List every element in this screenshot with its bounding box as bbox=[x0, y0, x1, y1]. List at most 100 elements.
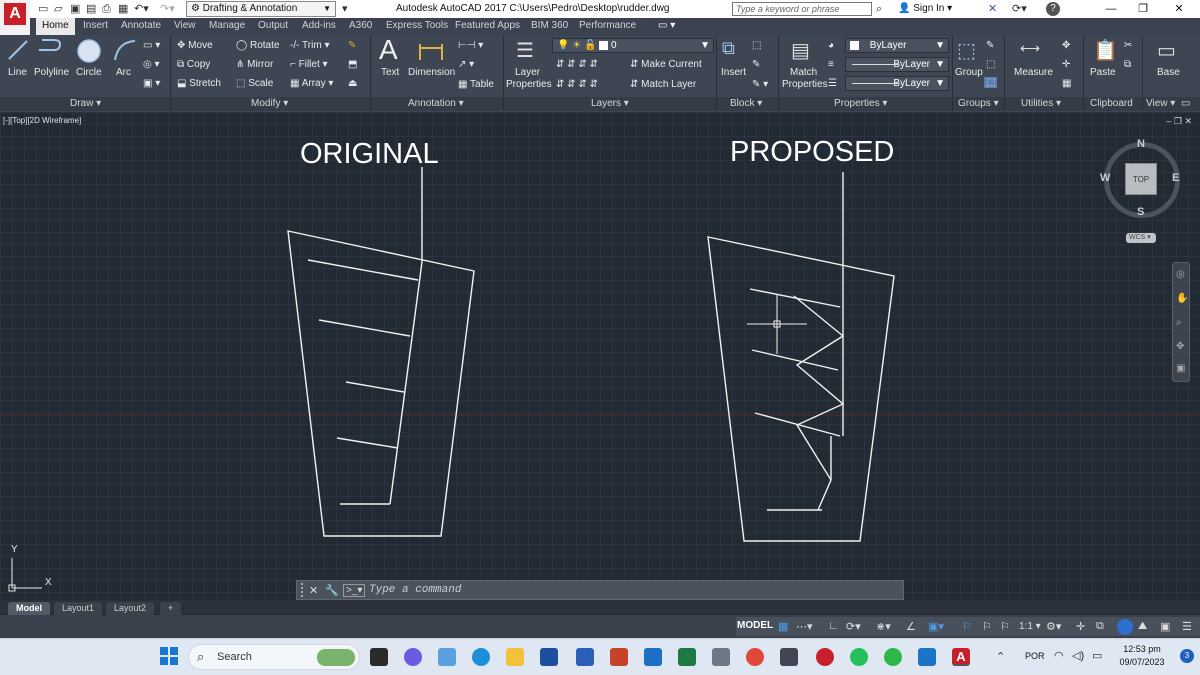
grid-icon[interactable]: ▦ bbox=[778, 620, 788, 633]
tab-output[interactable]: Output bbox=[258, 20, 288, 31]
explode-icon[interactable]: ⬒ bbox=[348, 59, 357, 70]
text-button[interactable]: Text bbox=[381, 67, 399, 78]
orbit-icon[interactable]: ✥ bbox=[1176, 341, 1184, 352]
tab-featured-apps[interactable]: Featured Apps bbox=[455, 20, 520, 31]
compass-east[interactable]: E bbox=[1172, 172, 1179, 184]
rotate-button[interactable]: ◯ Rotate bbox=[236, 40, 279, 51]
paste-icon[interactable]: 📋 bbox=[1093, 38, 1118, 63]
dimension-icon[interactable] bbox=[418, 40, 444, 62]
annotation-scale-icon[interactable]: ⚐ bbox=[1000, 620, 1010, 633]
annotation-visibility-icon[interactable]: ⚐ bbox=[962, 620, 972, 633]
tab-model[interactable]: Model bbox=[8, 602, 50, 615]
chrome-icon[interactable] bbox=[746, 648, 764, 666]
keyword-search-input[interactable]: Type a keyword or phrase bbox=[732, 2, 872, 16]
array-button[interactable]: ▦ Array ▾ bbox=[290, 78, 333, 89]
object-snap-icon[interactable]: ▣▾ bbox=[928, 620, 944, 633]
isodraft-icon[interactable]: ⋇▾ bbox=[876, 620, 891, 633]
annotation-monitor-icon[interactable]: ✛ bbox=[1076, 620, 1085, 633]
battery-icon[interactable]: ▭ bbox=[1092, 649, 1102, 662]
text-icon[interactable]: A bbox=[379, 34, 398, 66]
wrench-icon[interactable]: 🔧 bbox=[325, 584, 339, 597]
tab-insert[interactable]: Insert bbox=[83, 20, 108, 31]
open-icon[interactable]: ▱ bbox=[54, 3, 62, 15]
fillet-button[interactable]: ⌐ Fillet ▾ bbox=[290, 59, 328, 70]
line-icon[interactable] bbox=[6, 38, 30, 62]
save-icon[interactable]: ▣ bbox=[70, 3, 80, 15]
compass-west[interactable]: W bbox=[1100, 172, 1110, 184]
insert-icon[interactable]: ⧉ bbox=[722, 38, 735, 59]
tab-view[interactable]: View bbox=[174, 20, 196, 31]
isolate-objects-icon[interactable] bbox=[1117, 619, 1133, 635]
match-properties-button[interactable]: Match bbox=[790, 67, 817, 78]
rectangle-icon[interactable]: ▭ ▾ bbox=[143, 40, 160, 51]
photos-icon[interactable] bbox=[438, 648, 456, 666]
view-panel-title[interactable]: View ▾ bbox=[1146, 98, 1175, 109]
plot-icon[interactable]: ⎙ bbox=[102, 3, 111, 15]
erase-icon[interactable]: ✎ bbox=[348, 40, 356, 51]
publish-icon[interactable]: ▦ bbox=[118, 3, 128, 15]
ribbon-options-icon[interactable]: ▭ bbox=[1181, 98, 1190, 109]
groups-panel-title[interactable]: Groups ▾ bbox=[958, 98, 999, 109]
screen-sketch-icon[interactable] bbox=[918, 648, 936, 666]
polyline-button[interactable]: Polyline bbox=[34, 67, 69, 78]
units-icon[interactable]: ⧉ bbox=[1096, 620, 1104, 633]
model-space-button[interactable]: MODEL bbox=[737, 620, 773, 631]
add-layout-button[interactable]: + bbox=[160, 602, 182, 615]
group-edit-icon[interactable]: ⬚ bbox=[986, 59, 995, 70]
mail-icon[interactable] bbox=[644, 648, 662, 666]
task-view-icon[interactable] bbox=[370, 648, 388, 666]
arc-icon[interactable] bbox=[112, 38, 138, 62]
workspace-switch-icon[interactable]: ⚙▾ bbox=[1046, 620, 1061, 633]
group-button[interactable]: Group bbox=[955, 67, 983, 78]
arc-button[interactable]: Arc bbox=[116, 67, 131, 78]
close-button[interactable]: ✕ bbox=[1164, 1, 1194, 17]
leader-icon[interactable]: ↗ ▾ bbox=[458, 59, 474, 70]
base-button[interactable]: Base bbox=[1157, 67, 1180, 78]
tab-add-ins[interactable]: Add-ins bbox=[302, 20, 336, 31]
layer-properties-icon[interactable]: ☰ bbox=[516, 38, 534, 63]
id-point-icon[interactable]: ✛ bbox=[1062, 59, 1070, 70]
calculator-icon[interactable]: ▦ bbox=[1062, 78, 1071, 89]
tab-layout1[interactable]: Layout1 bbox=[54, 602, 103, 615]
command-line-grip[interactable] bbox=[301, 583, 305, 597]
exchange-apps-icon[interactable]: ✕ bbox=[988, 3, 997, 15]
edit-attributes-icon[interactable]: ✎ ▾ bbox=[752, 79, 768, 90]
insert-button[interactable]: Insert bbox=[721, 67, 746, 78]
zoom-icon[interactable]: ⌕ bbox=[1176, 317, 1182, 328]
make-current-button[interactable]: ⇵ Make Current bbox=[630, 59, 702, 70]
language-indicator[interactable]: POR bbox=[1025, 651, 1045, 661]
chevron-up-icon[interactable]: ⌃ bbox=[996, 650, 1005, 663]
tab-manage[interactable]: Manage bbox=[209, 20, 245, 31]
steering-wheel-icon[interactable]: ◎ bbox=[1176, 269, 1185, 280]
layer-properties-button-line2[interactable]: Properties bbox=[506, 79, 552, 90]
calendar-app-icon[interactable] bbox=[780, 648, 798, 666]
new-icon[interactable]: ▭ bbox=[38, 3, 48, 15]
help-icon[interactable]: ? bbox=[1046, 2, 1060, 16]
snap-icon[interactable]: ⋯▾ bbox=[796, 620, 813, 633]
utilities-panel-title[interactable]: Utilities ▾ bbox=[1021, 98, 1061, 109]
chat-icon[interactable] bbox=[404, 648, 422, 666]
match-layer-button[interactable]: ⇵ Match Layer bbox=[630, 79, 696, 90]
trim-button[interactable]: -/- Trim ▾ bbox=[290, 40, 329, 51]
measure-button[interactable]: Measure bbox=[1014, 67, 1053, 78]
autocad-taskbar-icon[interactable]: A bbox=[952, 648, 970, 666]
move-button[interactable]: ✥ Move bbox=[177, 40, 213, 51]
region-icon[interactable]: ▣ ▾ bbox=[143, 78, 160, 89]
polyline-icon[interactable] bbox=[36, 38, 64, 62]
antivirus-icon[interactable] bbox=[816, 648, 834, 666]
close-icon[interactable]: ✕ bbox=[309, 584, 318, 597]
base-view-icon[interactable]: ▭ bbox=[1157, 38, 1176, 63]
draw-panel-title[interactable]: Draw ▾ bbox=[70, 98, 101, 109]
annotation-scale-value[interactable]: 1:1 ▾ bbox=[1019, 621, 1041, 632]
block-panel-title[interactable]: Block ▾ bbox=[730, 98, 762, 109]
line-button[interactable]: Line bbox=[8, 67, 27, 78]
tab-layout2[interactable]: Layout2 bbox=[106, 602, 155, 615]
compass-south[interactable]: S bbox=[1137, 206, 1144, 218]
stretch-button[interactable]: ⬓ Stretch bbox=[177, 78, 221, 89]
match-properties-icon[interactable]: ▤ bbox=[791, 38, 810, 63]
tab-express-tools[interactable]: Express Tools bbox=[386, 20, 448, 31]
ribbon-minimize-icon[interactable]: ▭ ▾ bbox=[658, 20, 675, 31]
quick-calc-icon[interactable]: ✥ bbox=[1062, 40, 1070, 51]
paste-button[interactable]: Paste bbox=[1090, 67, 1116, 78]
clipboard-panel-title[interactable]: Clipboard bbox=[1090, 98, 1133, 109]
